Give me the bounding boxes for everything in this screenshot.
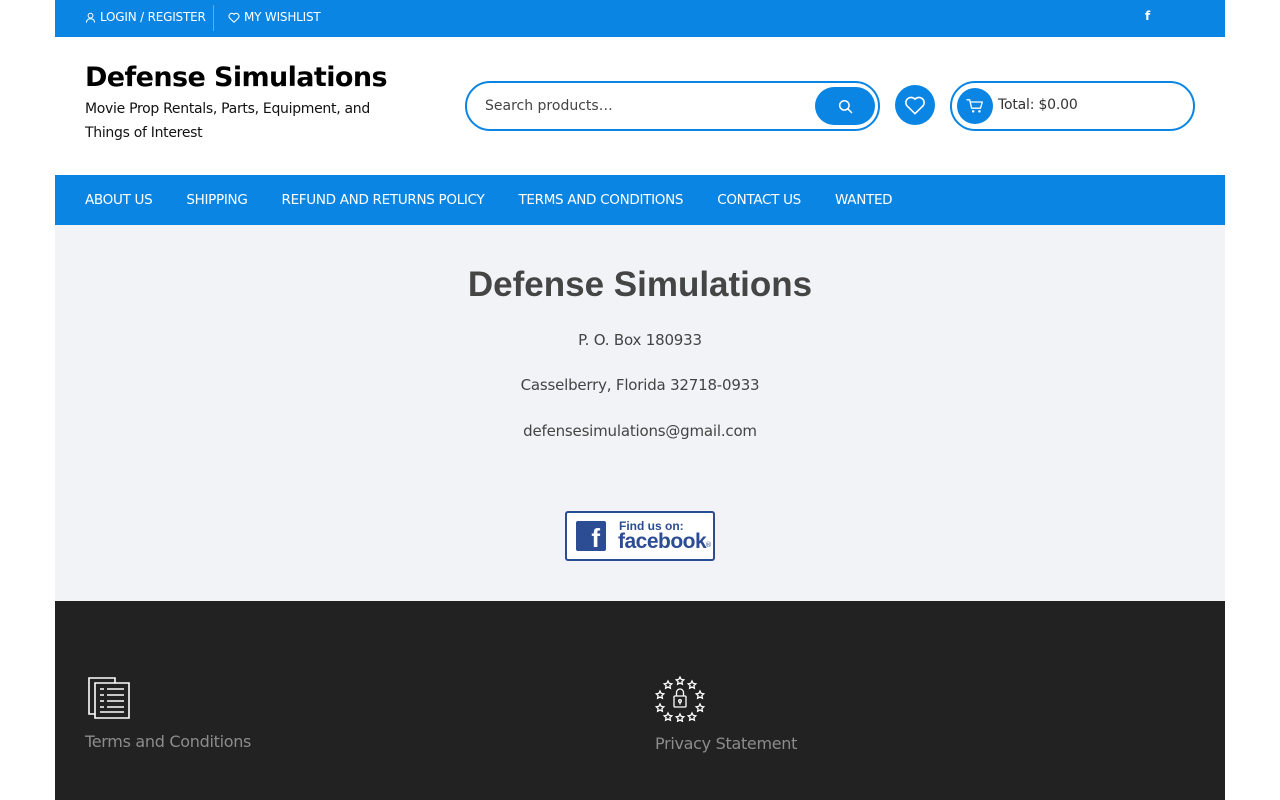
main-content: Defense Simulations P. O. Box 180933 Cas…: [55, 225, 1225, 601]
cart-icon-wrap: [957, 88, 993, 124]
cart-icon: [966, 99, 983, 113]
page-heading: Defense Simulations: [467, 265, 813, 304]
nav-item-refund-returns[interactable]: REFUND AND RETURNS POLICY: [282, 192, 485, 208]
topbar-divider: [213, 5, 214, 31]
footer-terms-link[interactable]: Terms and Conditions: [85, 676, 251, 751]
footer-terms-label: Terms and Conditions: [85, 732, 252, 751]
search-icon: [838, 99, 852, 113]
my-wishlist-label: MY WISHLIST: [244, 10, 321, 24]
main-nav: ABOUT US SHIPPING REFUND AND RETURNS POL…: [55, 175, 1225, 225]
facebook-find-us-badge[interactable]: f Find us on: facebook ®: [565, 511, 715, 561]
facebook-wordmark: facebook: [618, 530, 707, 553]
nav-item-contact-us[interactable]: CONTACT US: [717, 192, 801, 208]
top-bar: LOGIN / REGISTER MY WISHLIST f: [55, 0, 1225, 37]
footer-privacy-label: Privacy Statement: [655, 734, 798, 753]
heart-icon: [905, 96, 925, 115]
nav-item-about-us[interactable]: ABOUT US: [85, 192, 153, 208]
email-address[interactable]: defensesimulations@gmail.com: [55, 422, 1225, 440]
address-line-1: P. O. Box 180933: [578, 331, 702, 349]
user-icon: [85, 12, 96, 23]
footer-privacy-link[interactable]: Privacy Statement: [654, 675, 798, 753]
site-tagline: Movie Prop Rentals, Parts, Equipment, an…: [85, 101, 370, 141]
nav-item-shipping[interactable]: SHIPPING: [186, 192, 247, 208]
search-input[interactable]: [485, 93, 805, 119]
nav-item-terms-conditions[interactable]: TERMS AND CONDITIONS: [518, 192, 683, 208]
cart-button[interactable]: Total: $0.00: [950, 81, 1195, 131]
my-wishlist-link[interactable]: MY WISHLIST: [228, 10, 321, 24]
login-register-label: LOGIN / REGISTER: [100, 10, 206, 24]
facebook-logo-icon: f: [576, 521, 606, 551]
document-icon: [88, 677, 130, 719]
search-button[interactable]: [815, 87, 875, 125]
search-form: [465, 81, 880, 131]
privacy-lock-stars-icon: [654, 675, 706, 723]
heart-icon: [228, 12, 240, 23]
wishlist-button[interactable]: [895, 85, 935, 125]
site-footer: Terms and Conditions Privacy Statement: [55, 601, 1225, 800]
site-title[interactable]: Defense Simulations: [85, 62, 388, 93]
nav-item-wanted[interactable]: WANTED: [835, 192, 893, 208]
cart-total: Total: $0.00: [998, 97, 1078, 113]
registered-mark: ®: [705, 541, 712, 549]
site-header: Defense Simulations Movie Prop Rentals, …: [55, 37, 1225, 175]
address-line-2: Casselberry, Florida 32718-0933: [520, 376, 760, 394]
login-register-link[interactable]: LOGIN / REGISTER: [85, 10, 206, 24]
facebook-icon[interactable]: f: [1145, 9, 1150, 23]
